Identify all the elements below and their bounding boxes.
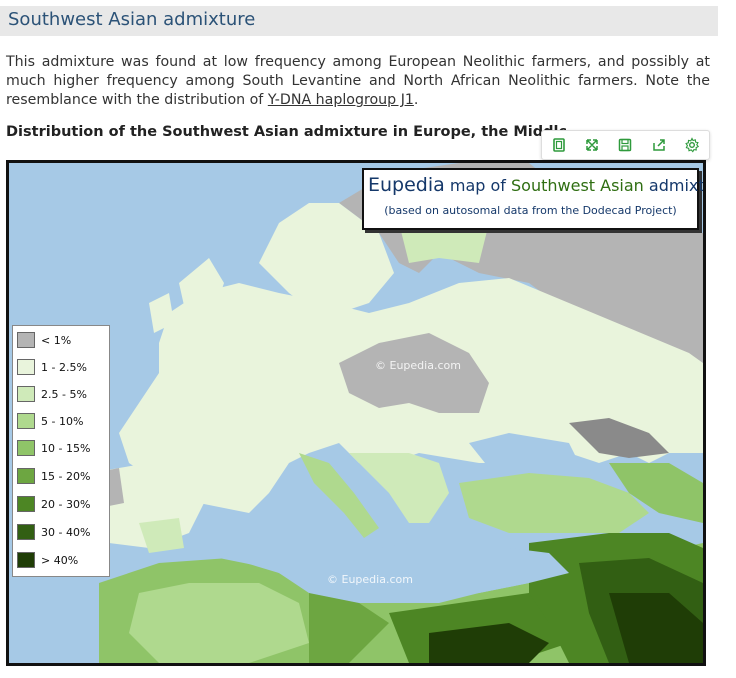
map-title-brand: Eupedia <box>368 174 445 196</box>
legend-label: 10 - 15% <box>41 441 91 455</box>
legend-label: 30 - 40% <box>41 525 91 539</box>
legend-swatch <box>17 332 35 348</box>
admixture-map[interactable]: Eupedia map of Southwest Asian admixture… <box>6 160 706 666</box>
watermark-bottom: © Eupedia.com <box>327 573 413 586</box>
share-icon <box>653 139 665 151</box>
legend-item: 30 - 40% <box>17 522 90 542</box>
map-svg <box>9 163 703 663</box>
legend-swatch <box>17 386 35 402</box>
haplogroup-j1-link[interactable]: Y-DNA haplogroup J1 <box>268 92 414 108</box>
region-maghreb-light <box>129 583 309 663</box>
legend-label: < 1% <box>41 333 72 347</box>
map-title: Eupedia map of Southwest Asian admixture <box>368 174 705 196</box>
map-legend: < 1% 1 - 2.5% 2.5 - 5% 5 - 10% 10 - 15% … <box>12 325 110 577</box>
book-page-button[interactable] <box>547 134 571 156</box>
legend-item: < 1% <box>17 330 71 350</box>
legend-item: > 40% <box>17 550 78 570</box>
gear-icon <box>685 137 700 153</box>
legend-swatch <box>17 440 35 456</box>
legend-swatch <box>17 496 35 512</box>
save-icon <box>619 138 632 152</box>
book-page-icon <box>552 138 565 152</box>
map-subtitle: (based on autosomal data from the Dodeca… <box>384 204 677 217</box>
figure-caption: Distribution of the Southwest Asian admi… <box>6 124 566 140</box>
expand-icon <box>586 139 598 151</box>
legend-label: 2.5 - 5% <box>41 387 87 401</box>
legend-label: 5 - 10% <box>41 414 84 428</box>
legend-item: 15 - 20% <box>17 466 90 486</box>
legend-swatch <box>17 468 35 484</box>
intro-paragraph: This admixture was found at low frequenc… <box>6 53 710 110</box>
legend-item: 1 - 2.5% <box>17 357 87 377</box>
map-title-subject: Southwest Asian <box>511 176 644 195</box>
watermark-top: © Eupedia.com <box>375 359 461 372</box>
legend-swatch <box>17 413 35 429</box>
legend-label: 20 - 30% <box>41 497 91 511</box>
legend-swatch <box>17 552 35 568</box>
map-title-mid: map of <box>444 176 512 195</box>
legend-swatch <box>17 359 35 375</box>
legend-label: > 40% <box>41 553 79 567</box>
settings-button[interactable] <box>680 134 704 156</box>
legend-item: 5 - 10% <box>17 411 83 431</box>
map-toolbar <box>541 130 710 160</box>
legend-item: 10 - 15% <box>17 438 90 458</box>
legend-swatch <box>17 524 35 540</box>
save-button[interactable] <box>613 134 637 156</box>
legend-item: 20 - 30% <box>17 494 90 514</box>
expand-button[interactable] <box>580 134 604 156</box>
intro-text-end: . <box>413 92 419 108</box>
section-heading: Southwest Asian admixture <box>8 9 256 30</box>
share-button[interactable] <box>647 134 671 156</box>
legend-label: 1 - 2.5% <box>41 360 87 374</box>
section-heading-bar: Southwest Asian admixture <box>0 6 718 36</box>
legend-label: 15 - 20% <box>41 469 91 483</box>
legend-item: 2.5 - 5% <box>17 384 87 404</box>
map-title-box: Eupedia map of Southwest Asian admixture… <box>362 168 703 230</box>
map-title-end: admixture <box>648 176 705 195</box>
